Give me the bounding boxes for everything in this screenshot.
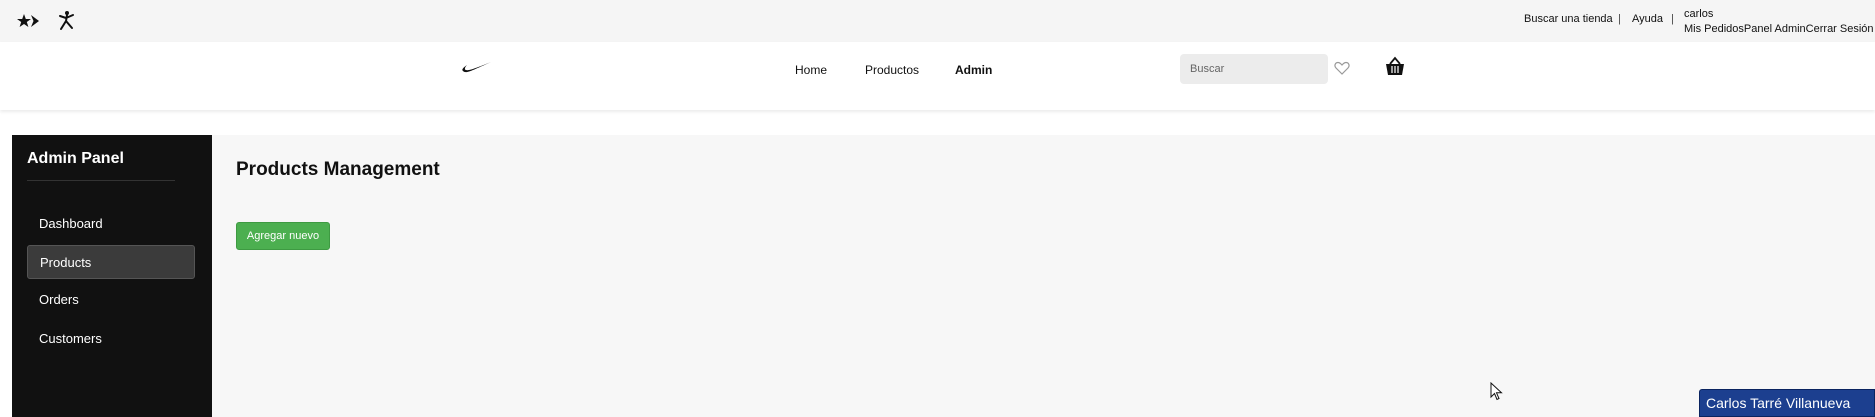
separator: | — [1618, 13, 1621, 25]
sidebar-item-orders[interactable]: Orders — [27, 282, 195, 316]
nike-swoosh-icon[interactable] — [462, 60, 492, 79]
sidebar-item-label: Customers — [39, 330, 102, 346]
heart-icon[interactable] — [1334, 61, 1350, 80]
search-input[interactable]: Buscar — [1180, 54, 1328, 84]
add-new-button[interactable]: Agregar nuevo — [236, 222, 330, 250]
nav-productos[interactable]: Productos — [865, 63, 919, 77]
sidebar-item-dashboard[interactable]: Dashboard — [27, 206, 195, 240]
search-placeholder: Buscar — [1190, 63, 1225, 75]
admin-sidebar: Admin Panel Dashboard Products Orders Cu… — [12, 135, 212, 417]
page-title: Products Management — [236, 159, 440, 180]
user-menu: carlos Mis PedidosPanel AdminCerrar Sesi… — [1684, 7, 1874, 37]
basket-icon[interactable] — [1384, 55, 1406, 82]
sidebar-item-label: Dashboard — [39, 215, 103, 231]
utility-bar: Buscar una tienda | Ayuda | carlos Mis P… — [0, 0, 1875, 42]
sidebar-item-label: Products — [40, 254, 92, 270]
nav-admin[interactable]: Admin — [955, 63, 992, 77]
help-link[interactable]: Ayuda — [1632, 13, 1663, 25]
watermark-label: Carlos Tarré Villanueva — [1699, 389, 1875, 417]
sidebar-item-customers[interactable]: Customers — [27, 321, 195, 355]
sidebar-item-products[interactable]: Products — [27, 245, 195, 279]
sidebar-divider — [27, 180, 175, 181]
sidebar-item-label: Orders — [39, 291, 79, 307]
sidebar-title: Admin Panel — [27, 150, 124, 167]
separator: | — [1671, 13, 1674, 25]
user-links[interactable]: Mis PedidosPanel AdminCerrar Sesión — [1684, 22, 1874, 37]
find-store-link[interactable]: Buscar una tienda — [1524, 13, 1613, 25]
admin-content: Admin Panel Dashboard Products Orders Cu… — [12, 135, 1875, 417]
jordan-jumpman-icon[interactable] — [54, 9, 80, 33]
mouse-cursor-icon — [1490, 381, 1503, 406]
converse-star-chevron-icon[interactable] — [16, 9, 42, 33]
main-nav: Home Productos Admin Buscar — [0, 42, 1875, 110]
user-name: carlos — [1684, 8, 1714, 20]
nav-home[interactable]: Home — [795, 63, 827, 77]
